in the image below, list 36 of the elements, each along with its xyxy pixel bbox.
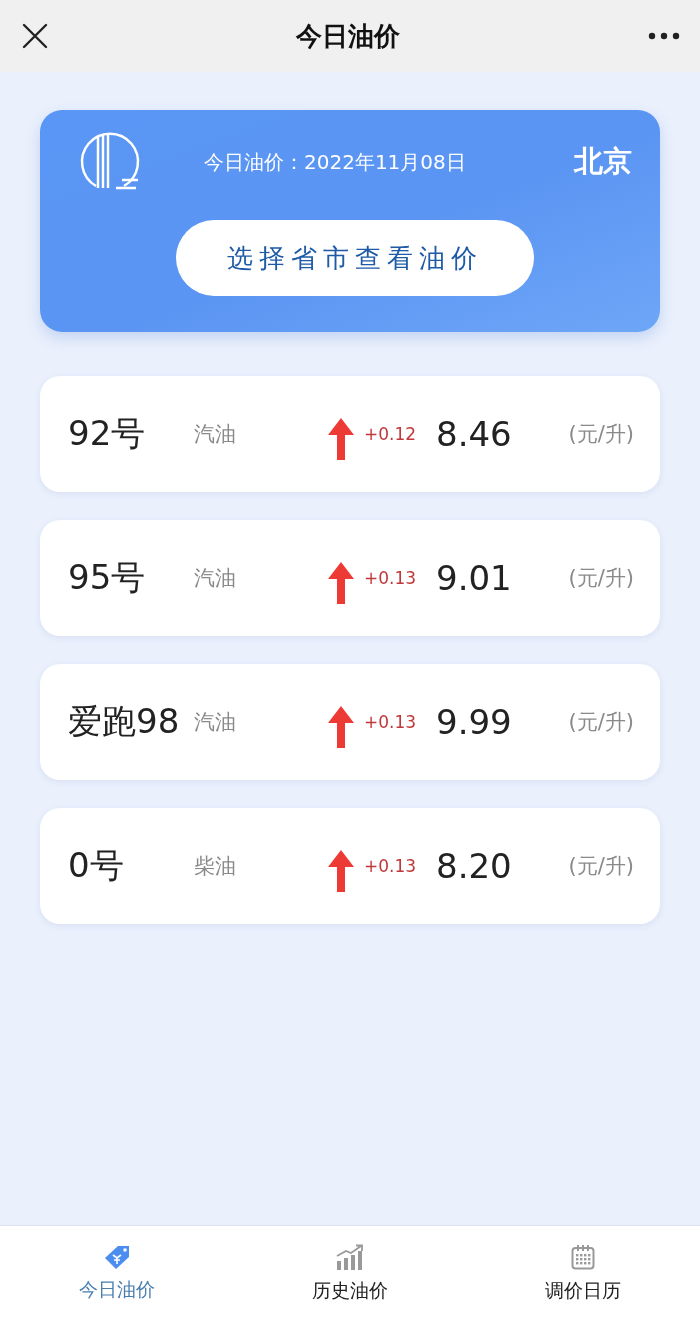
city-label: 北京	[574, 143, 632, 180]
select-region-button[interactable]: 选择省市查看油价	[176, 220, 534, 296]
fuel-type: 汽油	[194, 565, 237, 592]
bar-chart-icon	[336, 1243, 364, 1270]
price-change: +0.12	[364, 424, 418, 444]
fuel-type: 汽油	[194, 421, 237, 448]
fuel-type: 柴油	[194, 853, 237, 880]
price-value: 9.99	[436, 702, 513, 742]
nav-tab[interactable]: 调价日历	[466, 1226, 700, 1321]
fuel-grade: 0号	[68, 844, 125, 887]
price-unit: (元/升)	[568, 853, 634, 880]
up-arrow-icon	[328, 418, 354, 460]
more-button[interactable]	[648, 32, 680, 40]
up-arrow-icon	[328, 706, 354, 748]
fuel-grade: 95号	[68, 556, 147, 599]
date-label: 今日油价：2022年11月08日	[204, 148, 467, 176]
fuel-grade: 92号	[68, 412, 147, 455]
nav-tab[interactable]: 今日油价	[0, 1226, 234, 1321]
up-arrow-icon	[328, 850, 354, 892]
price-change: +0.13	[364, 568, 418, 588]
fuel-type: 汽油	[194, 709, 237, 736]
price-change: +0.13	[364, 712, 418, 732]
price-change: +0.13	[364, 856, 418, 876]
price-value: 8.46	[436, 414, 513, 454]
price-value: 8.20	[436, 846, 513, 886]
price-unit: (元/升)	[568, 421, 634, 448]
price-unit: (元/升)	[568, 565, 634, 592]
price-value: 9.01	[436, 558, 513, 598]
up-arrow-icon	[328, 562, 354, 604]
calendar-icon	[571, 1243, 596, 1270]
fuel-grade: 爱跑98	[68, 700, 181, 743]
nav-tab[interactable]: 历史油价	[233, 1226, 467, 1321]
close-button[interactable]	[22, 23, 48, 49]
window-title: 今日油价	[296, 19, 400, 53]
price-tag-icon	[103, 1244, 130, 1269]
price-unit: (元/升)	[568, 709, 634, 736]
